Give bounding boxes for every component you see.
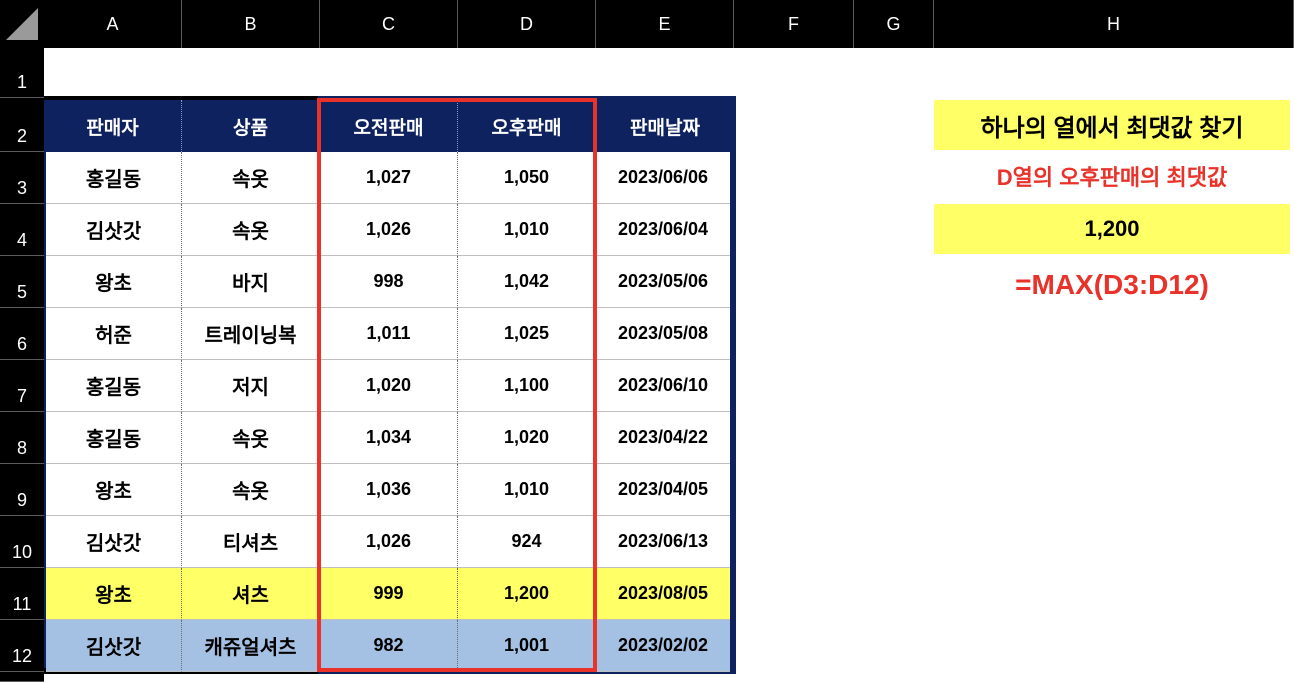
- column-header-e[interactable]: E: [596, 0, 734, 48]
- cell-sale-date[interactable]: 2023/06/04: [596, 204, 730, 256]
- cell-product[interactable]: 트레이닝복: [182, 308, 320, 360]
- cell-am-sales[interactable]: 1,026: [320, 204, 458, 256]
- side-title: 하나의 열에서 최댓값 찾기: [934, 100, 1290, 150]
- row-header-10[interactable]: 10: [0, 516, 44, 568]
- cell-am-sales[interactable]: 998: [320, 256, 458, 308]
- column-header-c[interactable]: C: [320, 0, 458, 48]
- cell-product[interactable]: 바지: [182, 256, 320, 308]
- cell-am-sales[interactable]: 1,036: [320, 464, 458, 516]
- cell-seller[interactable]: 홍길동: [46, 152, 182, 204]
- cell-seller[interactable]: 홍길동: [46, 360, 182, 412]
- cell-am-sales[interactable]: 999: [320, 568, 458, 620]
- row-header-9[interactable]: 9: [0, 464, 44, 516]
- max-formula: =MAX(D3:D12): [1015, 269, 1209, 300]
- cell-am-sales[interactable]: 1,011: [320, 308, 458, 360]
- cell-seller[interactable]: 왕초: [46, 464, 182, 516]
- max-result: 1,200: [934, 204, 1290, 254]
- cell-product[interactable]: 속옷: [182, 204, 320, 256]
- row-header-11[interactable]: 11: [0, 568, 44, 620]
- row-header-8[interactable]: 8: [0, 412, 44, 464]
- row-header-5[interactable]: 5: [0, 256, 44, 308]
- cell-am-sales[interactable]: 982: [320, 620, 458, 672]
- column-header-f[interactable]: F: [734, 0, 854, 48]
- cell-seller[interactable]: 왕초: [46, 568, 182, 620]
- cell-pm-sales[interactable]: 1,010: [458, 464, 596, 516]
- cell-pm-sales[interactable]: 1,001: [458, 620, 596, 672]
- cell-pm-sales[interactable]: 1,010: [458, 204, 596, 256]
- row-header-7[interactable]: 7: [0, 360, 44, 412]
- cell-seller[interactable]: 김삿갓: [46, 620, 182, 672]
- cell-pm-sales[interactable]: 1,200: [458, 568, 596, 620]
- header-seller[interactable]: 판매자: [44, 100, 182, 152]
- row-header-2[interactable]: 2: [0, 98, 44, 152]
- cell-product[interactable]: 셔츠: [182, 568, 320, 620]
- cell-sale-date[interactable]: 2023/08/05: [596, 568, 730, 620]
- column-header-g[interactable]: G: [854, 0, 934, 48]
- cell-product[interactable]: 저지: [182, 360, 320, 412]
- header-pm-sales[interactable]: 오후판매: [458, 100, 596, 152]
- cell-seller[interactable]: 김삿갓: [46, 516, 182, 568]
- header-product[interactable]: 상품: [182, 100, 320, 152]
- cell-am-sales[interactable]: 1,026: [320, 516, 458, 568]
- cell-sale-date[interactable]: 2023/04/05: [596, 464, 730, 516]
- cell-seller[interactable]: 홍길동: [46, 412, 182, 464]
- column-header-h[interactable]: H: [934, 0, 1294, 48]
- column-header-d[interactable]: D: [458, 0, 596, 48]
- cell-am-sales[interactable]: 1,027: [320, 152, 458, 204]
- cell-pm-sales[interactable]: 1,050: [458, 152, 596, 204]
- select-all-corner[interactable]: [0, 0, 44, 48]
- cell-sale-date[interactable]: 2023/02/02: [596, 620, 730, 672]
- cell-sale-date[interactable]: 2023/06/10: [596, 360, 730, 412]
- header-am-sales[interactable]: 오전판매: [320, 100, 458, 152]
- row-header-6[interactable]: 6: [0, 308, 44, 360]
- cell-pm-sales[interactable]: 1,020: [458, 412, 596, 464]
- cell-seller[interactable]: 왕초: [46, 256, 182, 308]
- cell-sale-date[interactable]: 2023/06/13: [596, 516, 730, 568]
- cell-sale-date[interactable]: 2023/05/06: [596, 256, 730, 308]
- cell-am-sales[interactable]: 1,020: [320, 360, 458, 412]
- row-header-12[interactable]: 12: [0, 620, 44, 672]
- cell-pm-sales[interactable]: 924: [458, 516, 596, 568]
- row-header-4[interactable]: 4: [0, 204, 44, 256]
- row-header-3[interactable]: 3: [0, 152, 44, 204]
- cell-product[interactable]: 속옷: [182, 464, 320, 516]
- column-header-b[interactable]: B: [182, 0, 320, 48]
- cell-product[interactable]: 속옷: [182, 152, 320, 204]
- side-subtitle: D열의 오후판매의 최댓값: [996, 165, 1228, 190]
- cell-seller[interactable]: 허준: [46, 308, 182, 360]
- select-all-triangle-icon: [6, 8, 38, 40]
- cell-sale-date[interactable]: 2023/04/22: [596, 412, 730, 464]
- cell-pm-sales[interactable]: 1,025: [458, 308, 596, 360]
- row-header-filler: [0, 672, 44, 682]
- cell-am-sales[interactable]: 1,034: [320, 412, 458, 464]
- cell-pm-sales[interactable]: 1,100: [458, 360, 596, 412]
- cell-pm-sales[interactable]: 1,042: [458, 256, 596, 308]
- header-sale-date[interactable]: 판매날짜: [596, 100, 734, 152]
- cell-product[interactable]: 캐쥬얼셔츠: [182, 620, 320, 672]
- cell-sale-date[interactable]: 2023/05/08: [596, 308, 730, 360]
- column-header-a[interactable]: A: [44, 0, 182, 48]
- cell-product[interactable]: 속옷: [182, 412, 320, 464]
- cell-seller[interactable]: 김삿갓: [46, 204, 182, 256]
- cell-product[interactable]: 티셔츠: [182, 516, 320, 568]
- cell-sale-date[interactable]: 2023/06/06: [596, 152, 730, 204]
- row-header-1[interactable]: 1: [0, 48, 44, 98]
